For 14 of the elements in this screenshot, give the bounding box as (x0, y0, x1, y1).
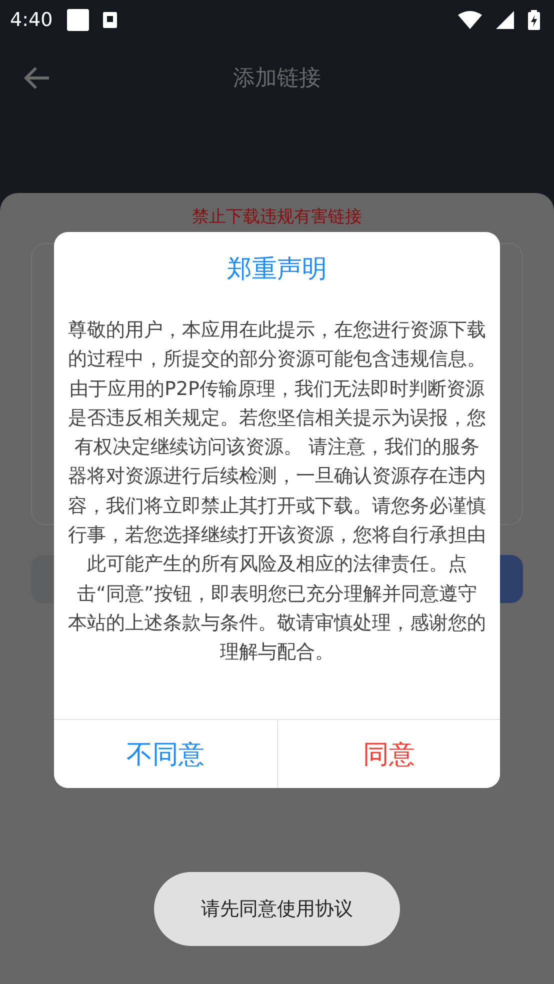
warning-text: 禁止下载违规有害链接 (191, 206, 363, 229)
page-title: 添加链接 (233, 65, 321, 93)
button-edge[interactable] (500, 555, 523, 603)
dialog-button[interactable]: 同意 (276, 720, 500, 788)
status-time: 4:40 (10, 9, 53, 31)
notification-icon (66, 9, 89, 31)
dialog-body-text: 尊敬的用户，本应用在此提示，在您进行资源下载的过程中，所提交的部分资源可能包含违规信息。由于应用的P2P传输原理，我们无法即时判断资源是否违反相关规定。若您坚信相关提示为误报，您有权决定继续访问该资源。 请注意，我们的服务器将对资源进行后续检测，一旦确认资源存在违内容，我们将立即禁止其打开或下载。请您务必谨慎行事，若您选择继续打开该资源，您将自行承担由此可能产生的所有风险及相应的法律责任。点击“同意”按钮，即表明您已充分理解并同意遵守本站的上述条款与条件。敬请审慎处理，感谢您的理解与配合。 (68, 318, 486, 666)
signal-icon (496, 11, 514, 29)
battery-icon (528, 10, 540, 30)
toast-message: 请先同意使用协议 (154, 872, 400, 946)
wifi-icon (458, 11, 482, 29)
button-edge[interactable] (31, 555, 54, 603)
back-arrow-icon[interactable] (24, 66, 50, 90)
dialog-title: 郑重声明 (226, 253, 328, 285)
